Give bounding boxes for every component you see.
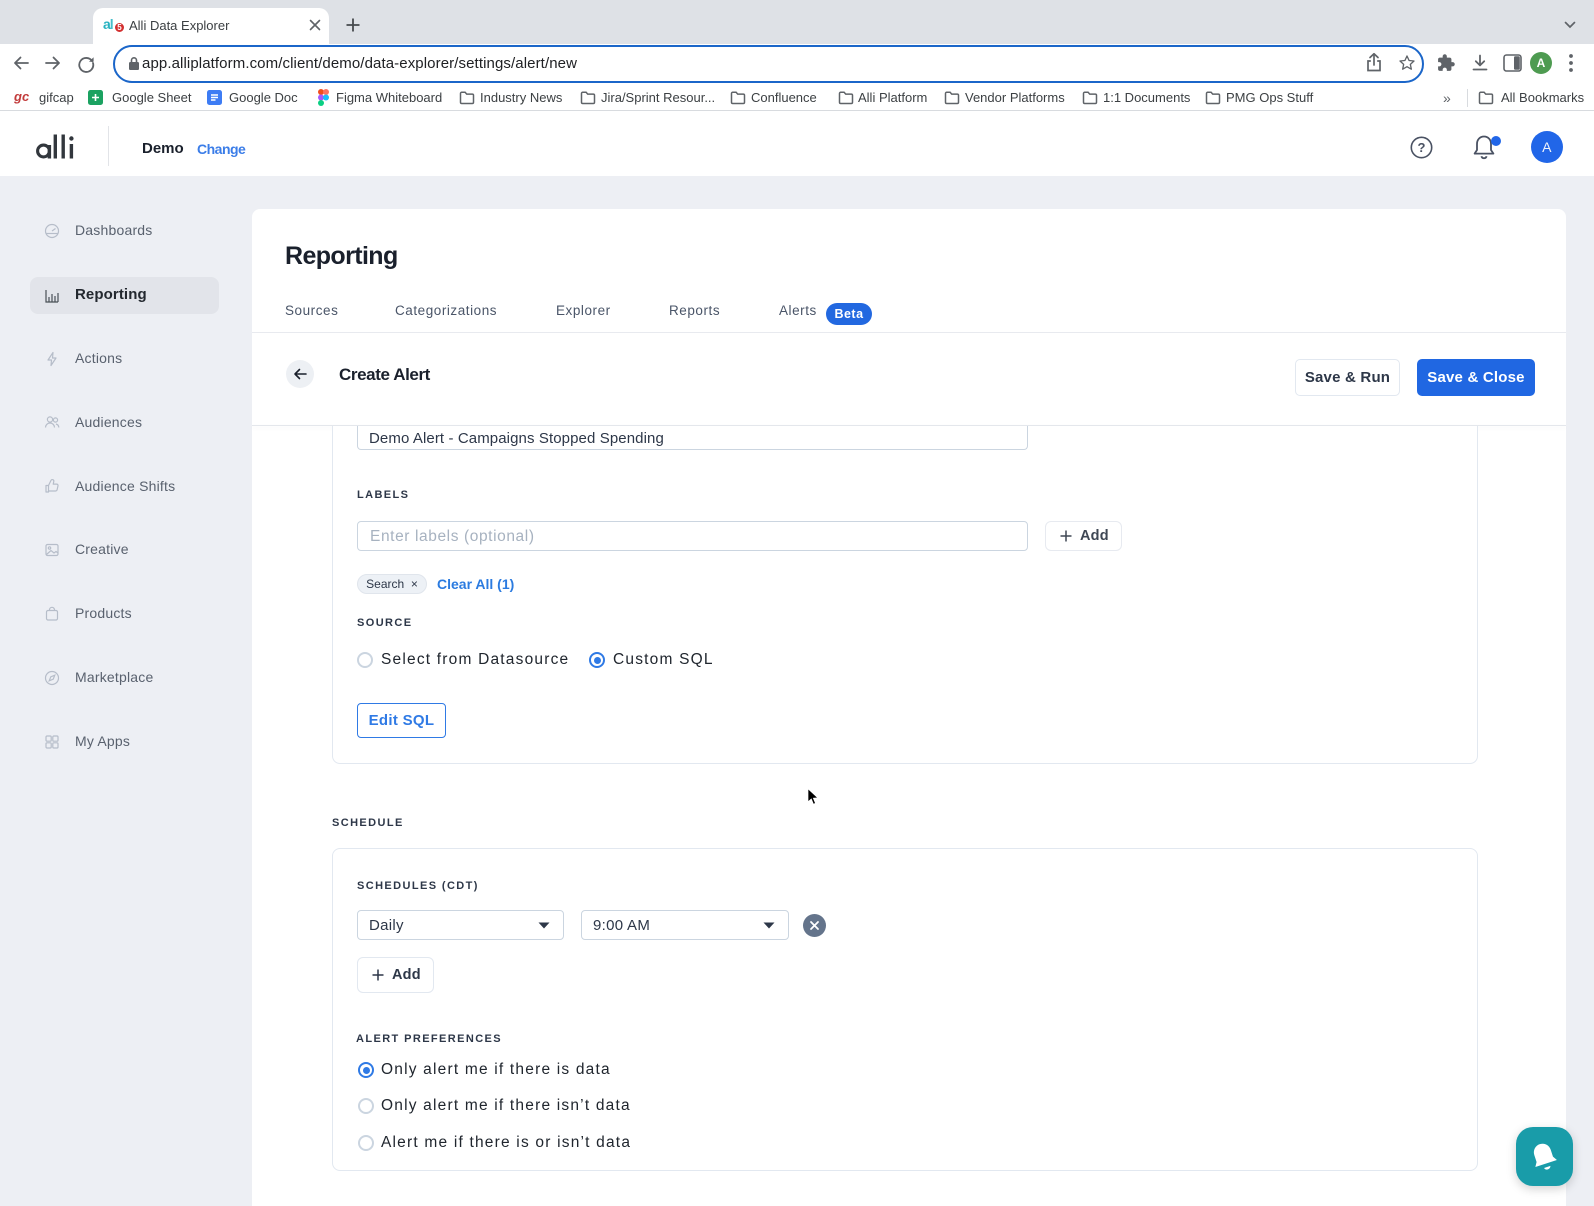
svg-text:?: ? [1418, 140, 1426, 155]
